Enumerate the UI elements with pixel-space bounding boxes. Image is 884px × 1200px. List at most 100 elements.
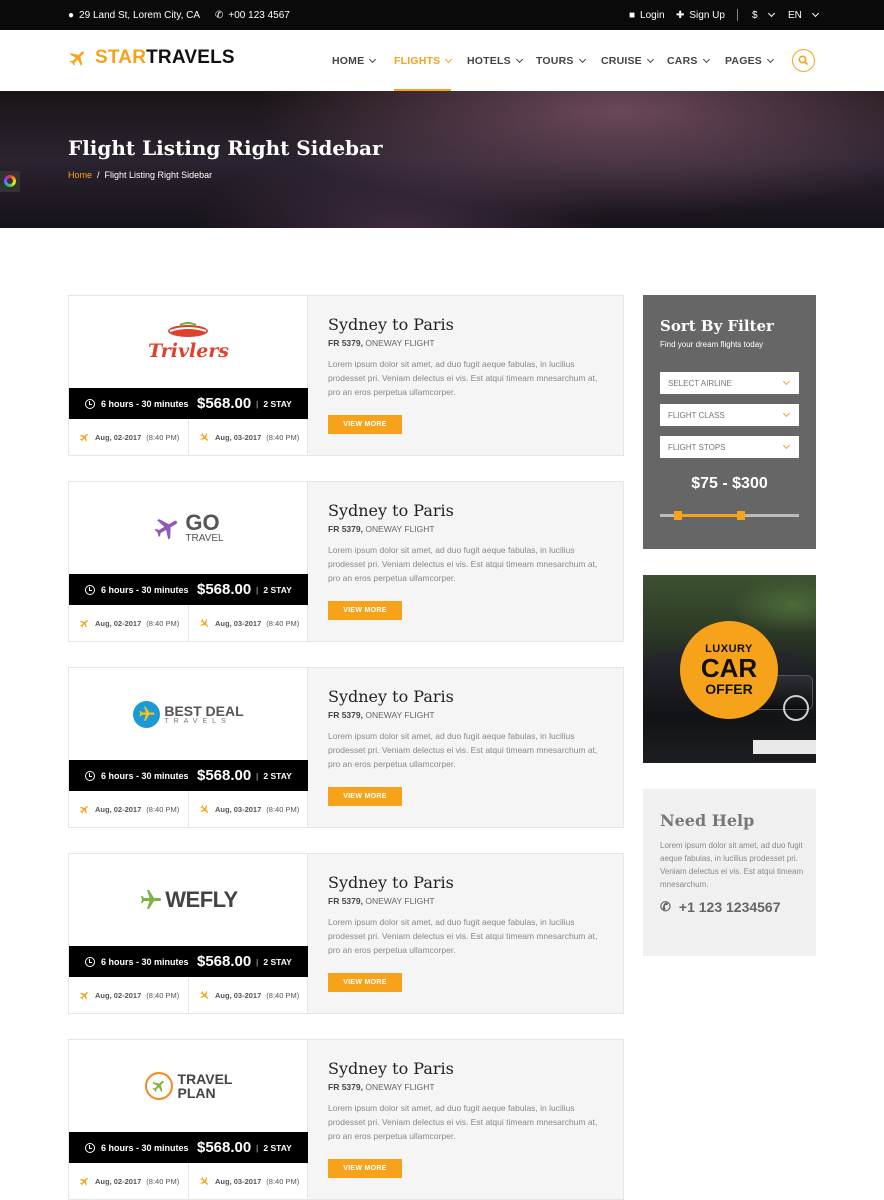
nav-label: CARS — [667, 54, 698, 67]
top-bar: ● 29 Land St, Lorem City, CA ✆ +00 123 4… — [0, 0, 884, 30]
flight-card: WEFLY 6 hours - 30 minutes $568.00 | 2 ST… — [68, 853, 624, 1014]
departure-time-text: (8:40 PM) — [146, 990, 180, 1000]
chevron-down-icon — [767, 9, 775, 18]
breadcrumb-home[interactable]: Home — [68, 170, 92, 180]
price-slider-min-handle[interactable] — [674, 511, 683, 520]
flight-duration-bar: 6 hours - 30 minutes $568.00 | 2 STAY — [69, 760, 308, 791]
clock-icon — [85, 398, 95, 409]
departure-date-text: Aug, 02-2017 — [95, 990, 142, 1000]
topbar-divider — [737, 9, 738, 21]
nav-item-hotels[interactable]: HOTELS — [467, 30, 523, 91]
select-flight-stops[interactable]: FLIGHT STOPS — [660, 436, 799, 458]
nav-label: CRUISE — [601, 54, 642, 67]
airline-logo: BEST DEAL TRAVELS — [69, 668, 308, 760]
header: STARTRAVELS HOME FLIGHTS HOTELS TOURS CR… — [0, 30, 884, 91]
nav-label: FLIGHTS — [394, 54, 441, 67]
need-help-panel: Need Help Lorem ipsum dolor sit amet, ad… — [643, 789, 816, 956]
flight-price: $568.00 — [197, 395, 252, 412]
price-slider-max-handle[interactable] — [736, 511, 745, 520]
flight-description: Lorem ipsum dolor sit amet, ad duo fugit… — [328, 359, 598, 397]
luxury-car-offer-banner[interactable]: LUXURY CAR OFFER — [643, 575, 816, 763]
duration-text: 6 hours - 30 minutes — [101, 956, 189, 967]
search-button[interactable] — [792, 49, 815, 72]
flight-number: FR 5379, — [328, 338, 363, 348]
flight-code: FR 5379, ONEWAY FLIGHT — [328, 524, 435, 534]
language-value: EN — [788, 9, 802, 21]
date-divider — [188, 791, 189, 827]
view-more-button[interactable]: VIEW MORE — [328, 787, 402, 806]
airplane-icon — [79, 1177, 88, 1186]
flight-card-summary: BEST DEAL TRAVELS 6 hours - 30 minutes $… — [69, 668, 308, 827]
view-more-button[interactable]: VIEW MORE — [328, 415, 402, 434]
departure-date-text: Aug, 02-2017 — [95, 618, 142, 628]
view-more-button[interactable]: VIEW MORE — [328, 1159, 402, 1178]
arrival-date: Aug, 03-2017 (8:40 PM) — [199, 419, 299, 455]
arrival-date: Aug, 03-2017 (8:40 PM) — [199, 1163, 299, 1199]
chevron-down-icon — [782, 377, 791, 386]
arrival-time-text: (8:40 PM) — [266, 618, 300, 628]
airplane-icon — [79, 619, 88, 628]
nav-item-home[interactable]: HOME — [332, 30, 377, 91]
flight-code: FR 5379, ONEWAY FLIGHT — [328, 338, 435, 348]
stay-text: 2 STAY — [263, 584, 292, 595]
flight-route-title[interactable]: Sydney to Paris — [328, 1059, 454, 1078]
search-icon — [798, 55, 809, 66]
airplane-icon — [200, 990, 209, 999]
airline-name: Trivlers — [147, 340, 230, 362]
flight-route-title[interactable]: Sydney to Paris — [328, 501, 454, 520]
flight-duration-bar: 6 hours - 30 minutes $568.00 | 2 STAY — [69, 388, 308, 419]
nav-item-pages[interactable]: PAGES — [725, 30, 775, 91]
flight-number: FR 5379, — [328, 1082, 363, 1092]
view-more-button[interactable]: VIEW MORE — [328, 973, 402, 992]
flight-route-title[interactable]: Sydney to Paris — [328, 873, 454, 892]
flight-card-summary: WEFLY 6 hours - 30 minutes $568.00 | 2 ST… — [69, 854, 308, 1013]
stay-text: 2 STAY — [263, 1142, 292, 1153]
flight-code: FR 5379, ONEWAY FLIGHT — [328, 1082, 435, 1092]
select-flight-class[interactable]: FLIGHT CLASS — [660, 404, 799, 426]
flight-card-summary: Trivlers 6 hours - 30 minutes $568.00 | 2… — [69, 296, 308, 455]
chevron-down-icon — [445, 55, 453, 63]
chevron-down-icon — [766, 55, 775, 63]
arrival-date: Aug, 03-2017 (8:40 PM) — [199, 791, 299, 827]
flight-price: $568.00 — [197, 1139, 252, 1156]
flight-type: ONEWAY FLIGHT — [365, 1082, 435, 1092]
flight-route-title[interactable]: Sydney to Paris — [328, 687, 454, 706]
departure-date: Aug, 02-2017 (8:40 PM) — [79, 419, 179, 455]
login-link[interactable]: ■ Login — [629, 0, 665, 30]
chevron-down-icon — [782, 441, 791, 450]
airline-logo: Trivlers — [69, 296, 308, 388]
color-switcher-button[interactable] — [0, 171, 20, 192]
flight-card-details: Sydney to Paris FR 5379, ONEWAY FLIGHT L… — [308, 668, 623, 827]
flight-code: FR 5379, ONEWAY FLIGHT — [328, 896, 435, 906]
flight-type: ONEWAY FLIGHT — [365, 896, 435, 906]
arrival-date-text: Aug, 03-2017 — [215, 618, 262, 628]
nav-item-flights[interactable]: FLIGHTS — [394, 30, 453, 91]
language-select[interactable]: EN — [788, 0, 819, 30]
duration-text: 6 hours - 30 minutes — [101, 1142, 189, 1153]
nav-item-cruise[interactable]: CRUISE — [601, 30, 654, 91]
flight-duration: 6 hours - 30 minutes — [85, 1132, 189, 1163]
nav-item-tours[interactable]: TOURS — [536, 30, 586, 91]
flight-route-title[interactable]: Sydney to Paris — [328, 315, 454, 334]
site-logo[interactable]: STARTRAVELS — [67, 47, 235, 69]
flight-code: FR 5379, ONEWAY FLIGHT — [328, 710, 435, 720]
help-phone[interactable]: ✆ +1 123 1234567 — [660, 899, 781, 915]
signup-link[interactable]: ✚ Sign Up — [676, 0, 725, 30]
flight-duration: 6 hours - 30 minutes — [85, 388, 189, 419]
flight-dates: Aug, 02-2017 (8:40 PM) Aug, 03-2017 (8:4… — [69, 605, 308, 641]
arrival-date-text: Aug, 03-2017 — [215, 990, 262, 1000]
stay-text: 2 STAY — [263, 956, 292, 967]
price-slider[interactable] — [660, 511, 799, 520]
nav-item-cars[interactable]: CARS — [667, 30, 710, 91]
view-more-button[interactable]: VIEW MORE — [328, 601, 402, 620]
currency-select[interactable]: $ — [752, 0, 775, 30]
select-airline[interactable]: SELECT AIRLINE — [660, 372, 799, 394]
flight-card-details: Sydney to Paris FR 5379, ONEWAY FLIGHT L… — [308, 854, 623, 1013]
flight-duration-bar: 6 hours - 30 minutes $568.00 | 2 STAY — [69, 574, 308, 605]
airline-logo-wefly: WEFLY — [139, 887, 238, 913]
departure-date-text: Aug, 02-2017 — [95, 804, 142, 814]
location-pin-icon: ● — [68, 9, 75, 21]
airplane-icon — [79, 991, 88, 1000]
phone[interactable]: ✆ +00 123 4567 — [215, 0, 290, 30]
address: ● 29 Land St, Lorem City, CA — [68, 0, 200, 30]
